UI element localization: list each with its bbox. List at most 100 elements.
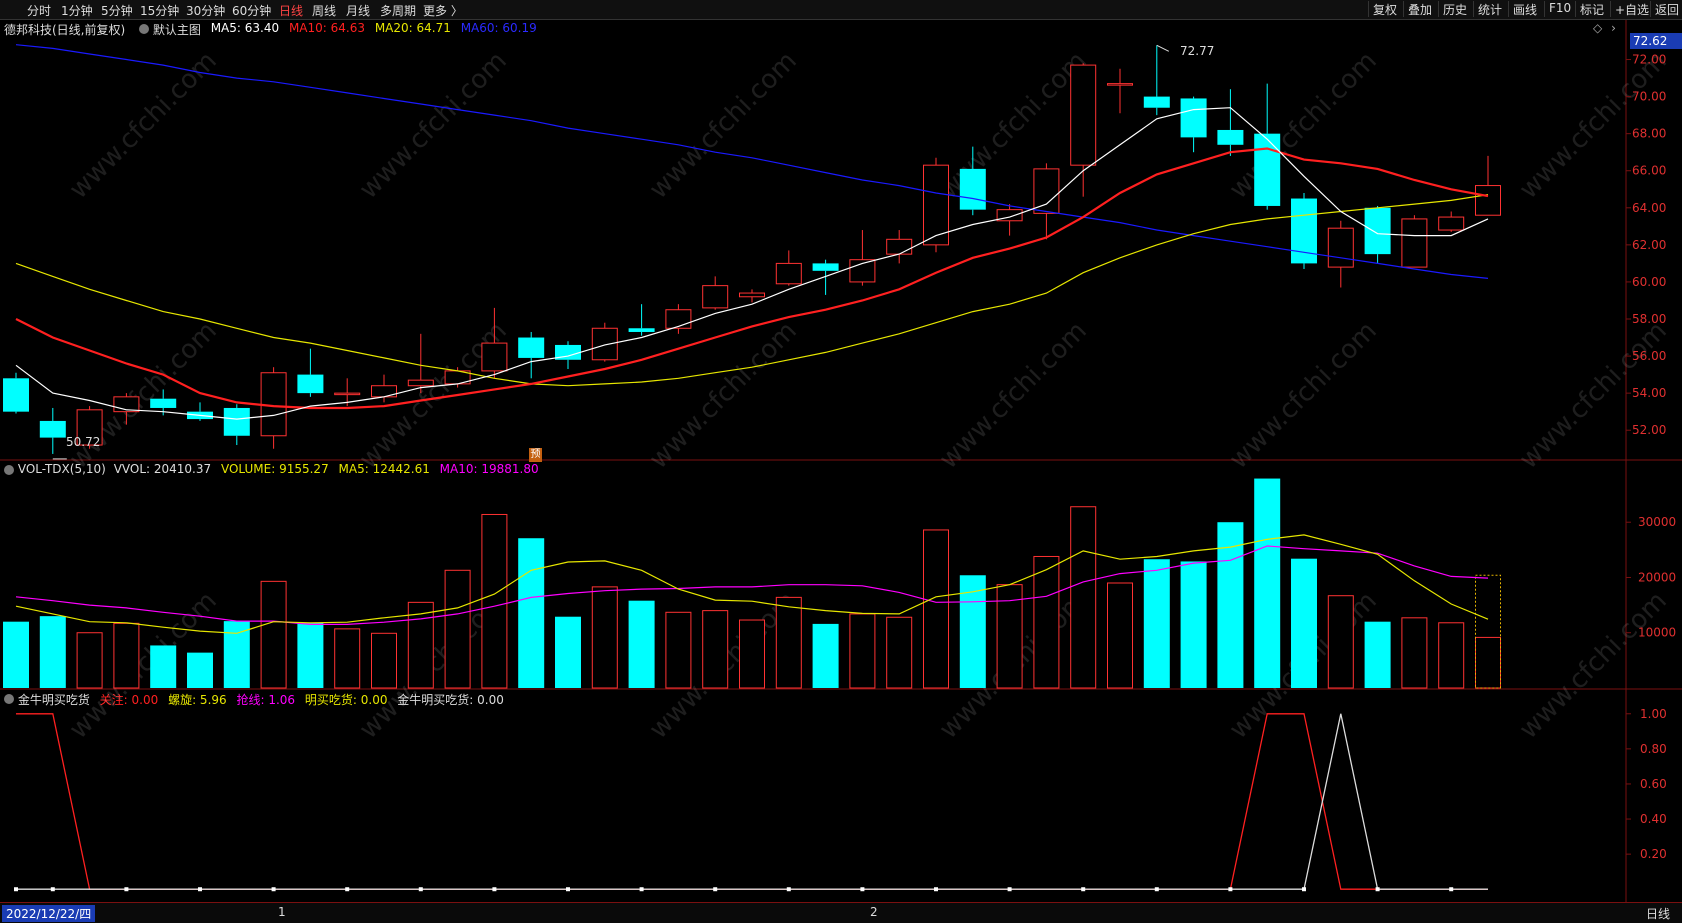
baseline-dot	[566, 887, 570, 892]
candle-body	[739, 292, 765, 298]
chart-label[interactable]: 默认主图	[153, 21, 201, 38]
volume-bar	[1180, 561, 1207, 688]
watermark-text: www.cfchi.com	[934, 316, 1093, 475]
header-controls: ◇ ›	[1593, 21, 1616, 35]
candle-body	[297, 374, 324, 394]
candle-body	[1327, 227, 1354, 268]
candle-body	[334, 392, 361, 396]
baseline-dot	[345, 887, 350, 892]
period-tab-weekly[interactable]: 周线	[312, 2, 336, 19]
period-tab-daily[interactable]: 日线	[279, 2, 303, 19]
indicator-name[interactable]: 金牛明买吃货	[18, 691, 90, 708]
price-tick-label: 60.00	[1632, 275, 1666, 289]
watermark-text: www.cfchi.com	[934, 46, 1093, 205]
jinniu-line	[16, 713, 1488, 890]
period-tab-1min[interactable]: 1分钟	[61, 2, 93, 19]
volume-bar	[996, 584, 1023, 689]
diamond-icon[interactable]: ◇	[1593, 21, 1602, 35]
period-tab-more[interactable]: 更多 〉	[423, 2, 463, 19]
period-tab-fenshi[interactable]: 分时	[27, 2, 51, 19]
period-tab-60min[interactable]: 60分钟	[232, 2, 271, 19]
baseline-dot	[1302, 887, 1306, 892]
volume-bar	[739, 619, 765, 689]
period-tab-30min[interactable]: 30分钟	[186, 2, 225, 19]
candle-body	[849, 259, 876, 283]
candle-body	[1107, 83, 1133, 86]
qiangxian-value: 抢线: 1.06	[236, 693, 296, 707]
candle-body	[1438, 216, 1465, 231]
overlay-button[interactable]: 叠加	[1403, 1, 1436, 17]
candle-body	[39, 420, 66, 438]
candle-body	[1180, 98, 1207, 138]
fuquan-button[interactable]: 复权	[1368, 1, 1401, 17]
jinniu-value: 金牛明买吃货: 0.00	[397, 693, 504, 707]
candle-body	[1033, 168, 1060, 214]
candle-body	[1254, 133, 1281, 206]
stock-name[interactable]: 德邦科技(日线,前复权)	[4, 21, 125, 38]
period-tab-monthly[interactable]: 月线	[346, 2, 370, 19]
watermark-text: www.cfchi.com	[644, 316, 803, 475]
candle-body	[1401, 218, 1428, 268]
baseline-dot	[786, 887, 791, 892]
candle-body	[665, 309, 692, 329]
watermark-text: www.cfchi.com	[1514, 586, 1673, 745]
candle-body	[959, 168, 986, 210]
settings-dot-icon[interactable]	[139, 24, 150, 34]
candle-body	[113, 396, 140, 413]
price-tick-label: 70.00	[1632, 90, 1666, 104]
candle-body	[3, 378, 29, 412]
ind-tick-label: 0.40	[1640, 812, 1667, 826]
vol-ma5-line	[15, 534, 1489, 634]
price-tick-label: 52.00	[1632, 423, 1666, 437]
volume-bar	[775, 596, 802, 689]
baseline-dot	[1228, 887, 1233, 892]
watermark-text: www.cfchi.com	[1224, 46, 1383, 205]
volume-bar	[1033, 555, 1060, 689]
candle-body	[628, 328, 655, 332]
baseline-dot	[124, 887, 129, 892]
settings-dot-icon[interactable]	[4, 465, 14, 475]
candle-body	[407, 379, 434, 387]
vol-tick-label: 10000	[1638, 626, 1676, 640]
f10-button[interactable]: F10	[1544, 1, 1575, 17]
settings-dot-icon[interactable]	[4, 694, 14, 704]
candle-body	[1364, 207, 1391, 255]
candle-body	[1143, 96, 1170, 108]
baseline-dot	[1081, 887, 1086, 892]
history-button[interactable]: 历史	[1438, 1, 1471, 17]
volume-bar	[297, 622, 324, 688]
candle-body	[996, 209, 1023, 222]
volume-bar	[371, 632, 397, 689]
draw-line-button[interactable]: 画线	[1508, 1, 1541, 17]
period-tab-15min[interactable]: 15分钟	[140, 2, 179, 19]
period-tab-multi[interactable]: 多周期	[380, 2, 416, 19]
vol-tick-label: 20000	[1638, 570, 1676, 584]
add-watchlist-button[interactable]: +自选	[1610, 1, 1653, 17]
baseline-dot	[713, 887, 718, 892]
volume-bar	[334, 628, 361, 689]
period-tab-5min[interactable]: 5分钟	[101, 2, 133, 19]
candle-body	[886, 238, 913, 255]
volume-bar	[1070, 506, 1097, 689]
baseline-dot	[1154, 887, 1159, 892]
back-button[interactable]: 返回	[1650, 1, 1682, 17]
vol-name[interactable]: VOL-TDX(5,10)	[18, 462, 106, 476]
mark-button[interactable]: 标记	[1575, 1, 1608, 17]
month-marker-1: 1	[278, 905, 286, 919]
forecast-badge[interactable]: 预	[529, 448, 542, 462]
vol-ma10-value: MA10: 19881.80	[439, 462, 539, 476]
price-tick-label: 72.00	[1632, 53, 1666, 67]
volume-bar	[555, 616, 581, 688]
baseline-dot	[14, 887, 18, 892]
high-arrow	[1156, 44, 1170, 52]
period-label[interactable]: 日线	[1646, 905, 1670, 922]
volume-bar	[187, 652, 213, 688]
vol-ma10-line	[15, 545, 1489, 626]
candle-body	[812, 263, 839, 271]
stats-button[interactable]: 统计	[1473, 1, 1506, 17]
chart-canvas[interactable]: www.cfchi.com www.cfchi.com www.cfchi.com w…	[0, 0, 1682, 922]
baseline-dot	[1375, 887, 1380, 892]
ma60-value: MA60: 60.19	[460, 21, 537, 35]
chevron-right-icon[interactable]: ›	[1611, 21, 1616, 35]
volume-bar	[1254, 478, 1281, 688]
